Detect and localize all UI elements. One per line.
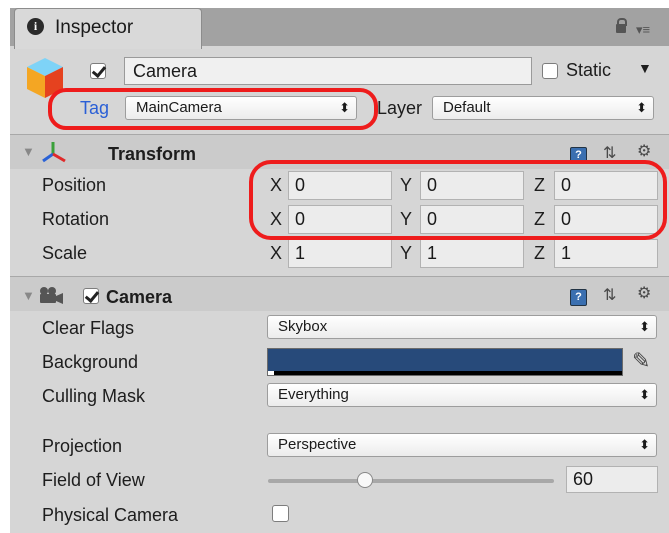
culling-mask-dropdown[interactable]: Everything ⬍ — [267, 383, 657, 407]
projection-value: Perspective — [278, 436, 357, 453]
physical-camera-label: Physical Camera — [42, 505, 179, 525]
fov-field[interactable]: 60 — [566, 466, 658, 493]
static-checkbox[interactable] — [542, 63, 558, 79]
updown-icon: ⬍ — [636, 100, 647, 115]
fov-slider-track[interactable] — [268, 479, 554, 483]
background-label: Background — [42, 352, 139, 372]
info-icon: i — [27, 18, 44, 35]
active-checkbox[interactable] — [90, 63, 106, 79]
updown-icon: ⬍ — [639, 437, 650, 452]
transform-axes-icon — [42, 142, 66, 163]
clear-flags-label: Clear Flags — [42, 318, 135, 338]
camera-enabled-checkbox[interactable] — [83, 288, 99, 304]
fov-label: Field of View — [42, 470, 145, 490]
clear-flags-dropdown[interactable]: Skybox ⬍ — [267, 315, 657, 339]
updown-icon: ⬍ — [639, 387, 650, 402]
position-label: Position — [42, 175, 107, 195]
culling-mask-value: Everything — [278, 386, 349, 403]
help-book-icon[interactable]: ? — [570, 289, 587, 306]
scale-y-field[interactable]: 1 — [420, 239, 524, 268]
axis-y-label: Y — [400, 243, 413, 263]
projection-dropdown[interactable]: Perspective ⬍ — [267, 433, 657, 457]
object-name-field[interactable]: Camera — [124, 57, 532, 85]
gear-icon[interactable]: ⚙ — [637, 141, 651, 161]
presets-sliders-icon[interactable]: ⇅ — [603, 285, 616, 305]
layer-value: Default — [443, 99, 491, 116]
layer-label: Layer — [377, 98, 423, 118]
eyedropper-icon[interactable]: ✎ — [632, 348, 650, 374]
foldout-arrow-icon[interactable]: ▼ — [22, 288, 35, 303]
transform-title: Transform — [108, 144, 197, 164]
scale-label: Scale — [42, 243, 88, 263]
axis-x-label: X — [270, 243, 283, 263]
foldout-arrow-icon[interactable]: ▼ — [22, 144, 35, 159]
projection-label: Projection — [42, 436, 123, 456]
alpha-bar — [268, 371, 622, 375]
gear-icon[interactable]: ⚙ — [637, 283, 651, 303]
transform-highlight — [249, 160, 667, 240]
camera-component-title: Camera — [106, 287, 173, 307]
scale-z-field[interactable]: 1 — [554, 239, 658, 268]
panel-menu-icon[interactable]: ▾≡ — [636, 22, 650, 38]
physical-camera-checkbox[interactable] — [272, 505, 289, 522]
rotation-label: Rotation — [42, 209, 110, 229]
lock-icon[interactable] — [616, 18, 627, 33]
tag-highlight — [48, 88, 378, 130]
static-dropdown-arrow[interactable]: ▼ — [638, 60, 652, 76]
scale-x-field[interactable]: 1 — [288, 239, 392, 268]
static-label: Static — [566, 60, 612, 80]
alpha-fill — [268, 371, 274, 375]
camera-component-icon — [40, 287, 63, 304]
clear-flags-value: Skybox — [278, 318, 328, 335]
tab-inspector[interactable]: i Inspector — [14, 8, 202, 49]
tab-inspector-label: Inspector — [55, 17, 134, 38]
culling-mask-label: Culling Mask — [42, 386, 146, 406]
axis-z-label: Z — [534, 243, 545, 263]
updown-icon: ⬍ — [639, 319, 650, 334]
background-color-field[interactable] — [267, 348, 623, 376]
layer-dropdown[interactable]: Default ⬍ — [432, 96, 654, 120]
